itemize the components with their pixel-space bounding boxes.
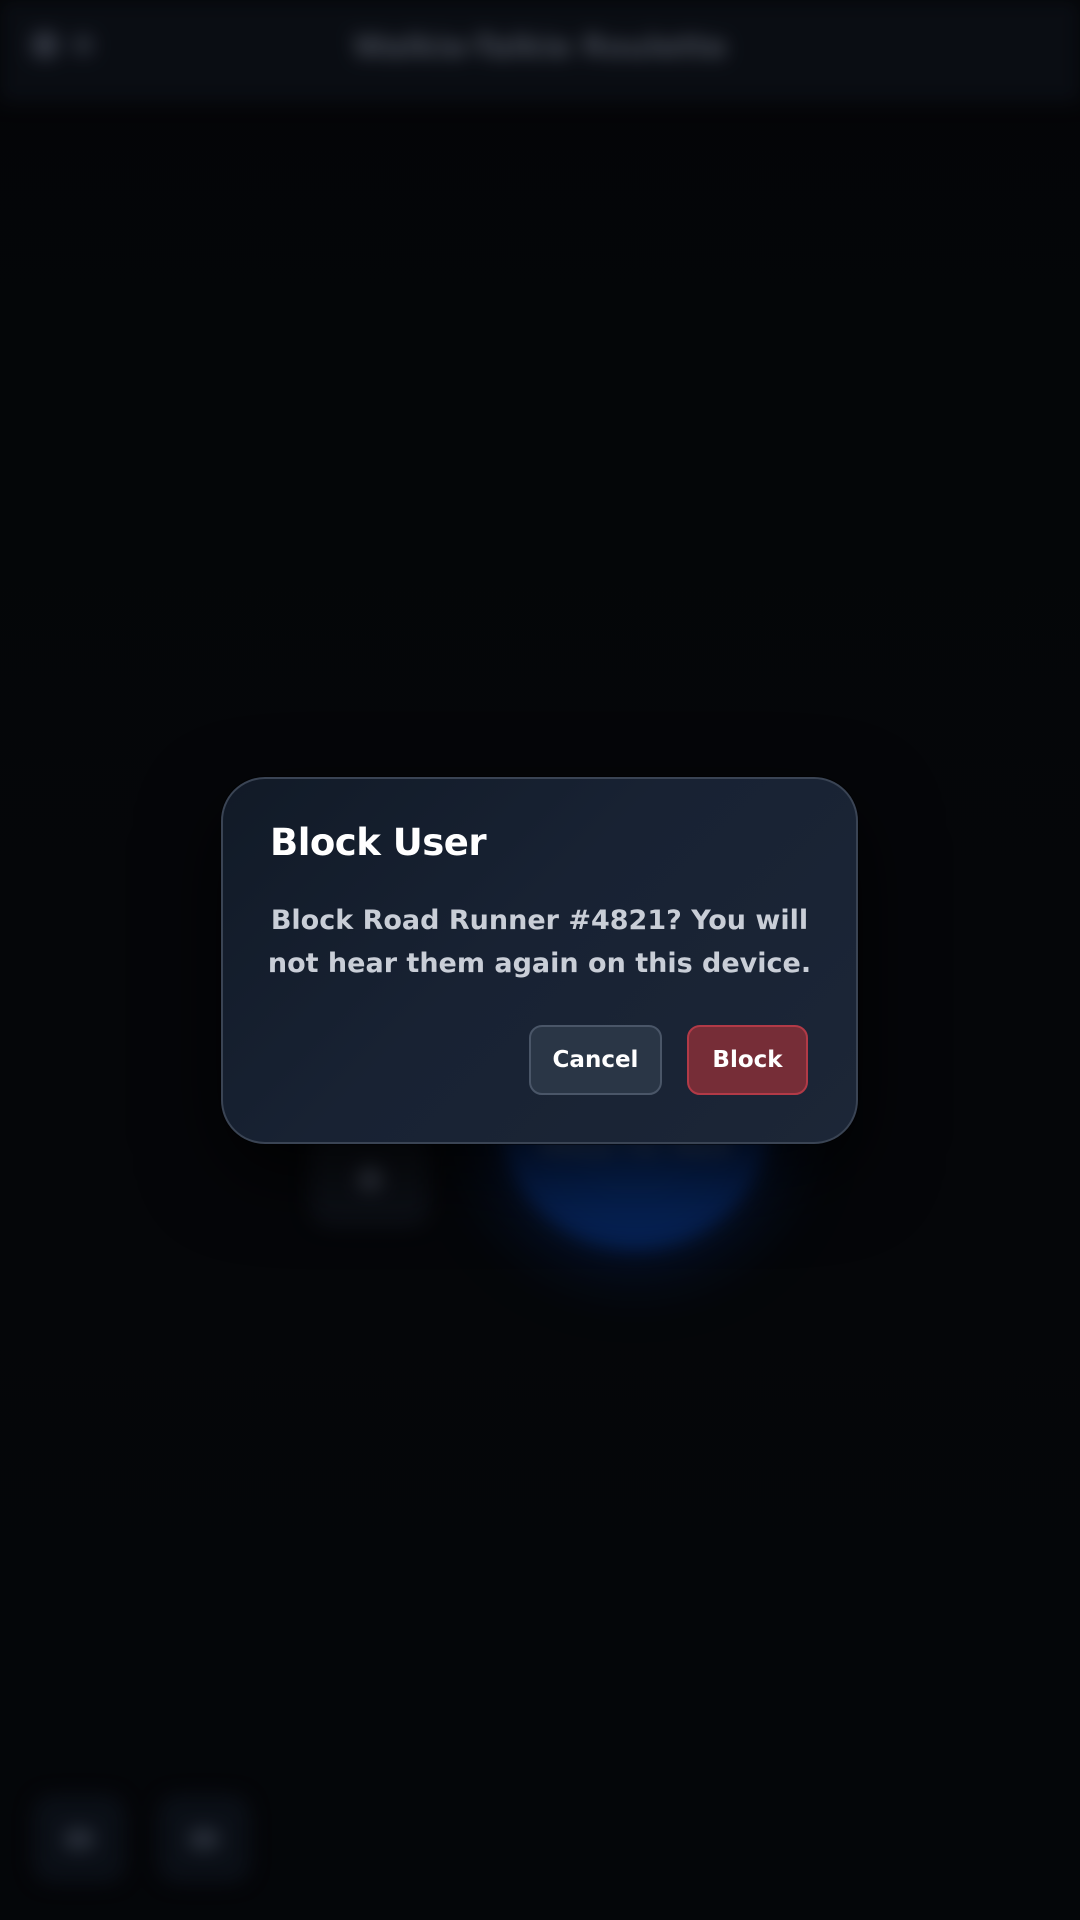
cancel-button[interactable]: Cancel [529,1025,662,1095]
block-button[interactable]: Block [687,1025,808,1095]
dialog-actions: Cancel Block [529,1025,808,1095]
app-screen: Walkie-Talkie Roulette HOLD TO TALK Bloc… [0,0,1080,1920]
dialog-message: Block Road Runner #4821? You will not he… [267,905,812,979]
block-user-dialog: Block User Block Road Runner #4821? You … [221,777,858,1144]
dialog-title: Block User [270,821,487,864]
